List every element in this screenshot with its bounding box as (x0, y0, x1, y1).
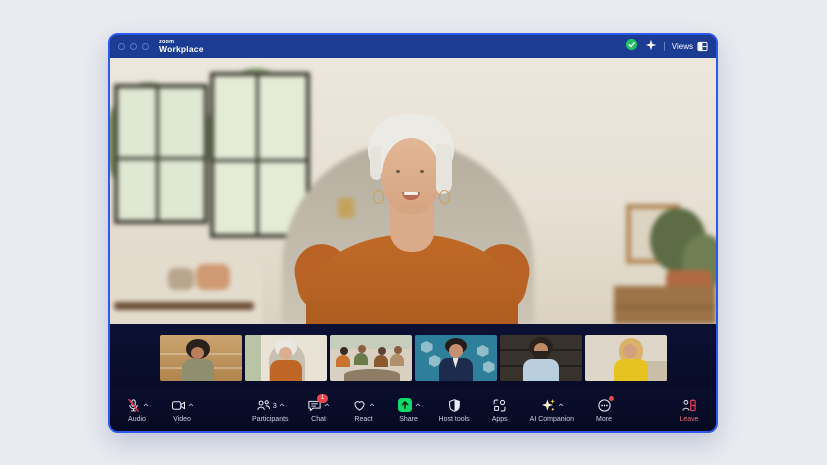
leave-meeting-icon (681, 398, 697, 413)
window-minimize-button[interactable] (130, 43, 137, 50)
participant-tile-2[interactable] (245, 335, 327, 381)
chevron-up-icon (558, 403, 564, 407)
share-screen-icon (397, 397, 413, 413)
chat-button[interactable]: 1 Chat (304, 397, 334, 423)
views-grid-icon (697, 41, 708, 52)
camera-icon (171, 398, 186, 413)
window-maximize-button[interactable] (142, 43, 149, 50)
react-button[interactable]: React (349, 397, 379, 423)
chevron-up-icon (143, 403, 149, 407)
participant-tile-1[interactable] (160, 335, 242, 381)
views-button[interactable]: Views (672, 41, 708, 52)
views-label: Views (672, 42, 693, 51)
share-button[interactable]: Share (394, 397, 424, 423)
audio-button[interactable]: Audio (122, 397, 152, 423)
heart-icon (352, 398, 367, 413)
leave-button[interactable]: Leave (674, 397, 704, 423)
chevron-up-icon (415, 403, 421, 407)
participant-tile-4[interactable] (415, 335, 497, 381)
zoom-workplace-logo: zoom Workplace (159, 40, 204, 54)
host-tools-button[interactable]: Host tools (439, 397, 470, 423)
apps-label: Apps (492, 416, 508, 423)
react-label: React (354, 416, 372, 423)
chevron-up-icon (188, 403, 194, 407)
more-notification-dot (609, 396, 614, 401)
video-button[interactable]: Video (167, 397, 197, 423)
participant-tile-6[interactable] (585, 335, 667, 381)
participants-icon (256, 398, 271, 413)
apps-button[interactable]: Apps (485, 397, 515, 423)
window-controls (118, 43, 149, 50)
main-speaker (110, 58, 716, 324)
window-titlebar: zoom Workplace Views (110, 35, 716, 58)
more-label: More (596, 416, 612, 423)
window-close-button[interactable] (118, 43, 125, 50)
participants-label: Participants (252, 416, 289, 423)
leave-label: Leave (679, 416, 698, 423)
participant-tile-3[interactable] (330, 335, 412, 381)
chevron-up-icon (369, 403, 375, 407)
ai-companion-label: AI Companion (530, 416, 574, 423)
shield-icon (447, 398, 462, 413)
audio-label: Audio (128, 416, 146, 423)
share-label: Share (399, 416, 418, 423)
chat-badge: 1 (317, 394, 328, 403)
chevron-up-icon (324, 403, 330, 407)
meeting-toolbar: Audio Video 3 (110, 388, 716, 431)
mic-muted-icon (126, 398, 141, 413)
ai-companion-titlebar-icon[interactable] (645, 38, 657, 56)
more-button[interactable]: More (589, 397, 619, 423)
page-background: zoom Workplace Views (0, 0, 827, 465)
main-video (110, 58, 716, 324)
participants-count: 3 (273, 401, 277, 410)
zoom-meeting-window: zoom Workplace Views (108, 33, 718, 433)
participant-filmstrip (110, 324, 716, 388)
titlebar-divider (664, 42, 665, 51)
ai-companion-button[interactable]: AI Companion (530, 397, 574, 423)
participants-button[interactable]: 3 Participants (252, 397, 289, 423)
host-tools-label: Host tools (439, 416, 470, 423)
participant-tile-5[interactable] (500, 335, 582, 381)
chevron-up-icon (279, 403, 285, 407)
ai-sparkle-icon (540, 397, 556, 413)
security-shield-check-icon[interactable] (625, 38, 638, 56)
apps-icon (492, 398, 507, 413)
video-label: Video (173, 416, 191, 423)
brand-workplace-text: Workplace (159, 45, 204, 54)
chat-label: Chat (311, 416, 326, 423)
